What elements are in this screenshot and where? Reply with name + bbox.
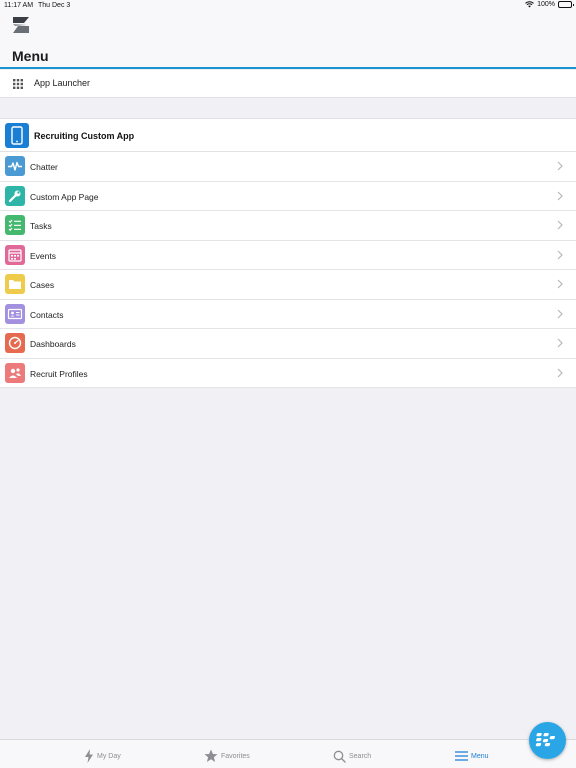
gauge-icon [5, 333, 25, 353]
battery-percent: 100% [537, 1, 555, 8]
hamburger-icon [455, 751, 468, 761]
chevron-right-icon [557, 309, 563, 318]
tab-label: Favorites [221, 752, 250, 760]
menu-list: Chatter Custom App Page Tasks Events Cas… [0, 152, 576, 388]
menu-item-recruit-profiles[interactable]: Recruit Profiles [0, 358, 576, 388]
app-launcher-label: App Launcher [34, 78, 91, 88]
star-icon [204, 749, 218, 762]
wrench-icon [5, 185, 25, 206]
chevron-right-icon [557, 368, 563, 377]
tab-search[interactable]: Search [333, 748, 371, 764]
tab-favorites[interactable]: Favorites [204, 748, 250, 764]
wifi-icon [525, 1, 534, 8]
search-icon [333, 750, 346, 763]
menu-item-tasks[interactable]: Tasks [0, 211, 576, 241]
contact-card-icon [5, 303, 25, 324]
app-name: Recruiting Custom App [34, 131, 135, 141]
floating-action-button[interactable] [529, 722, 566, 759]
chevron-right-icon [557, 279, 563, 289]
app-launcher-row[interactable]: App Launcher [0, 70, 576, 98]
status-bar: 11:17 AM Thu Dec 3 100% [0, 0, 576, 12]
battery-icon [558, 1, 574, 8]
app-logo-icon[interactable] [11, 16, 31, 34]
menu-item-cases[interactable]: Cases [0, 270, 576, 300]
checklist-icon [5, 215, 25, 235]
menu-item-label: Custom App Page [30, 191, 99, 202]
chevron-right-icon [557, 338, 563, 348]
status-date: Thu Dec 3 [38, 2, 71, 9]
chevron-right-icon [557, 220, 563, 230]
menu-item-label: Chatter [30, 162, 58, 172]
menu-item-custom-app-page[interactable]: Custom App Page [0, 181, 576, 211]
tablet-icon [5, 123, 29, 148]
chevron-right-icon [557, 161, 563, 171]
tab-label: Menu [471, 752, 489, 760]
app-header-row[interactable]: Recruiting Custom App [0, 118, 576, 152]
menu-item-label: Events [30, 250, 56, 261]
menu-item-label: Dashboards [30, 339, 76, 349]
chevron-right-icon [557, 191, 563, 200]
people-icon [5, 362, 25, 383]
chatter-pulse-icon [5, 156, 25, 176]
folder-icon [5, 274, 25, 294]
menu-item-contacts[interactable]: Contacts [0, 299, 576, 329]
tab-label: My Day [97, 752, 121, 760]
menu-item-dashboards[interactable]: Dashboards [0, 329, 576, 359]
status-time: 11:17 AM [4, 2, 34, 9]
grid-icon [13, 79, 23, 89]
page-title: Menu [12, 48, 49, 64]
tab-bar: My Day Favorites Search Menu [0, 739, 576, 768]
menu-item-label: Tasks [30, 221, 52, 231]
chevron-right-icon [557, 250, 563, 259]
menu-item-label: Contacts [30, 309, 64, 320]
tab-label: Search [349, 752, 372, 760]
lightning-icon [85, 749, 93, 763]
tab-my-day[interactable]: My Day [84, 748, 121, 764]
header: Menu [0, 12, 576, 69]
menu-item-label: Cases [30, 280, 55, 290]
blackberry-logo-icon [535, 733, 555, 747]
menu-item-events[interactable]: Events [0, 240, 576, 270]
calendar-icon [5, 244, 25, 265]
status-right: 100% [525, 1, 574, 8]
menu-item-chatter[interactable]: Chatter [0, 152, 576, 182]
menu-item-label: Recruit Profiles [30, 368, 88, 379]
tab-menu[interactable]: Menu [455, 748, 489, 764]
